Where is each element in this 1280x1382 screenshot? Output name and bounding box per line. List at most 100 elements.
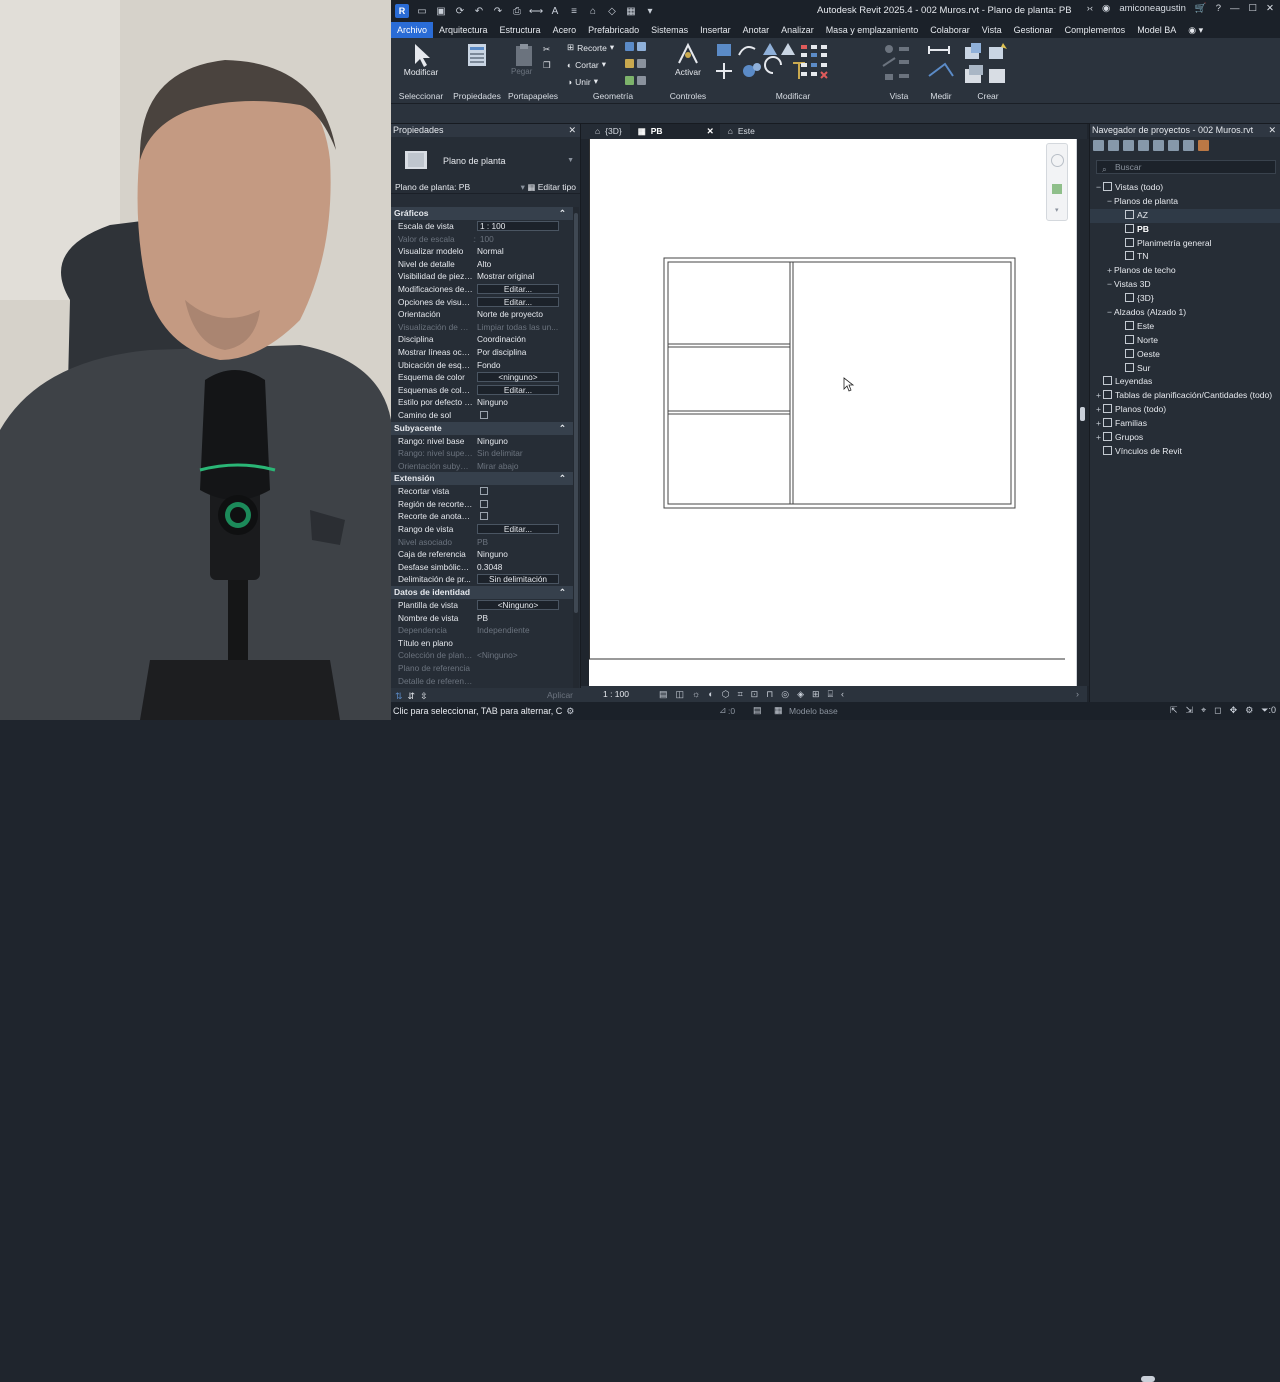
view-tab[interactable]: ▦ PB ✕ <box>629 124 720 139</box>
property-value[interactable]: Fondo <box>477 360 501 370</box>
ribbon-tab-estructura[interactable]: Estructura <box>494 22 547 38</box>
browser-tree-item[interactable]: Vínculos de Revit <box>1090 445 1280 459</box>
crop-icon[interactable]: ⌗ <box>738 689 743 700</box>
tag-icon[interactable]: A <box>549 5 561 17</box>
expand-icon[interactable]: + <box>1094 403 1103 417</box>
select-face-icon[interactable]: ◻ <box>1214 705 1221 716</box>
property-edit-button[interactable]: <ninguno> <box>477 372 559 383</box>
select-pinned-icon[interactable]: ⌖ <box>1201 705 1206 716</box>
browser-tree-item[interactable]: Este <box>1090 320 1280 334</box>
modify-cursor-icon[interactable] <box>408 42 434 68</box>
browser-tool-icon[interactable] <box>1093 139 1104 151</box>
link-icon[interactable] <box>1198 139 1209 151</box>
property-value[interactable]: Norte de proyecto <box>477 309 543 319</box>
shadows-icon[interactable]: ◐ <box>708 689 713 700</box>
open-icon[interactable]: ▭ <box>416 5 428 17</box>
collapse-icon[interactable]: ⌃ <box>559 207 566 220</box>
detail-level-icon[interactable]: ▤ <box>659 689 668 700</box>
rendering-icon[interactable]: ⬡ <box>722 689 730 700</box>
ribbon-tab-archivo[interactable]: Archivo <box>391 22 434 38</box>
modify-button[interactable]: Modificar <box>393 67 449 77</box>
measure-tools-icons[interactable] <box>927 42 957 86</box>
property-value[interactable]: Por disciplina <box>477 347 526 357</box>
measure-icon[interactable]: ⟷ <box>529 5 543 17</box>
browser-tool-icon[interactable] <box>1108 139 1119 151</box>
revit-logo[interactable]: R <box>395 4 409 18</box>
browser-tree-item[interactable]: Planimetría general <box>1090 237 1280 251</box>
scroll-thumb[interactable] <box>1080 407 1085 421</box>
browser-tree-item[interactable]: AZ <box>1090 208 1280 223</box>
panel-label[interactable]: Vista <box>875 91 923 101</box>
ribbon-tab-vista[interactable]: Vista <box>976 22 1008 38</box>
browser-tool-icon[interactable] <box>1183 139 1194 151</box>
cut-icon[interactable]: ✂ <box>543 44 550 55</box>
panel-label[interactable]: Crear <box>959 91 1017 101</box>
view-tab[interactable]: ⌂ Este <box>720 124 763 139</box>
browser-tool-icon[interactable] <box>1123 139 1134 151</box>
property-value[interactable]: Mostrar original <box>477 271 534 281</box>
browser-tree-item[interactable]: Leyendas <box>1090 375 1280 389</box>
editable-icon[interactable]: ⊿ <box>719 705 727 716</box>
crop-region-icon[interactable]: ⊡ <box>751 689 759 700</box>
copy-icon[interactable]: ❐ <box>543 60 551 71</box>
scale-selector[interactable]: 1 : 100 <box>603 689 629 699</box>
browser-tree-item[interactable]: + Grupos <box>1090 431 1280 445</box>
property-value[interactable]: Alto <box>477 259 491 269</box>
close-icon[interactable]: ✕ <box>1268 124 1276 137</box>
property-edit-button[interactable]: Editar... <box>477 524 559 535</box>
property-edit-button[interactable]: <Ninguno> <box>477 600 559 611</box>
maximize-button[interactable]: ☐ <box>1249 3 1258 14</box>
design-options-icon[interactable]: ▤ <box>753 705 762 716</box>
expand-icon[interactable]: + <box>1094 389 1103 403</box>
zoom-icon[interactable] <box>1052 184 1062 194</box>
collapse-icon[interactable]: ⌃ <box>559 472 566 485</box>
home-3d-icon[interactable]: ⌂ <box>587 5 599 17</box>
panel-label[interactable]: Medir <box>925 91 957 101</box>
close-button[interactable]: ✕ <box>1266 3 1274 14</box>
activate-controls-icon[interactable] <box>675 41 701 67</box>
edit-type-button[interactable]: ▾ ▦ Editar tipo <box>521 180 576 194</box>
category-subyacente[interactable]: Subyacente ⌃ <box>391 421 573 435</box>
browser-tree-item[interactable]: − Alzados (Alzado 1) <box>1090 306 1280 320</box>
ribbon-tab-sistemas[interactable]: Sistemas <box>645 22 694 38</box>
geometry-tools-icons[interactable] <box>625 42 646 51</box>
user-name[interactable]: amiconeagustin <box>1119 3 1186 14</box>
apply-button[interactable]: Aplicar <box>547 690 573 700</box>
collapse-icon[interactable]: ⌃ <box>559 422 566 435</box>
property-edit-button[interactable]: Editar... <box>477 384 559 395</box>
cut-geometry-tool[interactable]: ◐ Cortar ▾ <box>567 59 606 70</box>
create-tools-icons[interactable] <box>963 41 1013 87</box>
collapse-icon[interactable]: ⌃ <box>559 586 566 599</box>
ribbon-tab-anotar[interactable]: Anotar <box>737 22 776 38</box>
category-extension[interactable]: Extensión ⌃ <box>391 472 573 486</box>
ribbon-tab-complementos[interactable]: Complementos <box>1059 22 1132 38</box>
browser-tree-item[interactable]: + Planos (todo) <box>1090 403 1280 417</box>
sort-za-icon[interactable]: ⇳ <box>420 691 428 702</box>
browser-tree-item[interactable]: Sur <box>1090 362 1280 376</box>
ribbon-tab-prefabricado[interactable]: Prefabricado <box>582 22 645 38</box>
ribbon-tab-gestionar[interactable]: Gestionar <box>1008 22 1059 38</box>
browser-tree-item[interactable]: + Tablas de planificación/Cantidades (tod… <box>1090 389 1280 403</box>
properties-scrollbar[interactable] <box>573 207 579 697</box>
sort-az-icon[interactable]: ⇵ <box>408 691 416 702</box>
cart-icon[interactable]: 🛒 <box>1195 3 1207 14</box>
vertical-scrollbar[interactable] <box>1077 139 1089 686</box>
browser-tree-item[interactable]: Oeste <box>1090 348 1280 362</box>
select-underlay-icon[interactable]: ⇲ <box>1186 705 1194 716</box>
ribbon-tab-analizar[interactable]: Analizar <box>775 22 820 38</box>
view-tools-icons[interactable] <box>881 42 917 86</box>
ribbon-tab-colaborar[interactable]: Colaborar <box>924 22 976 38</box>
section-icon[interactable]: ◇ <box>606 5 618 17</box>
browser-tool-icon[interactable] <box>1168 139 1179 151</box>
property-value[interactable]: Coordinación <box>477 334 526 344</box>
browser-search-input[interactable]: ⌕ Buscar <box>1096 160 1276 174</box>
split-face-icon[interactable] <box>625 76 646 85</box>
activate-button[interactable]: Activar <box>665 67 711 77</box>
chevron-right-icon[interactable]: › <box>1076 689 1079 699</box>
browser-tree-item[interactable]: + Familias <box>1090 417 1280 431</box>
model-icon[interactable]: ▦ <box>774 705 783 716</box>
browser-tree-item[interactable]: {3D} <box>1090 292 1280 306</box>
browser-tree-item[interactable]: − Vistas (todo) <box>1090 181 1280 195</box>
property-checkbox[interactable] <box>480 499 488 508</box>
close-icon[interactable]: ✕ <box>707 124 714 139</box>
